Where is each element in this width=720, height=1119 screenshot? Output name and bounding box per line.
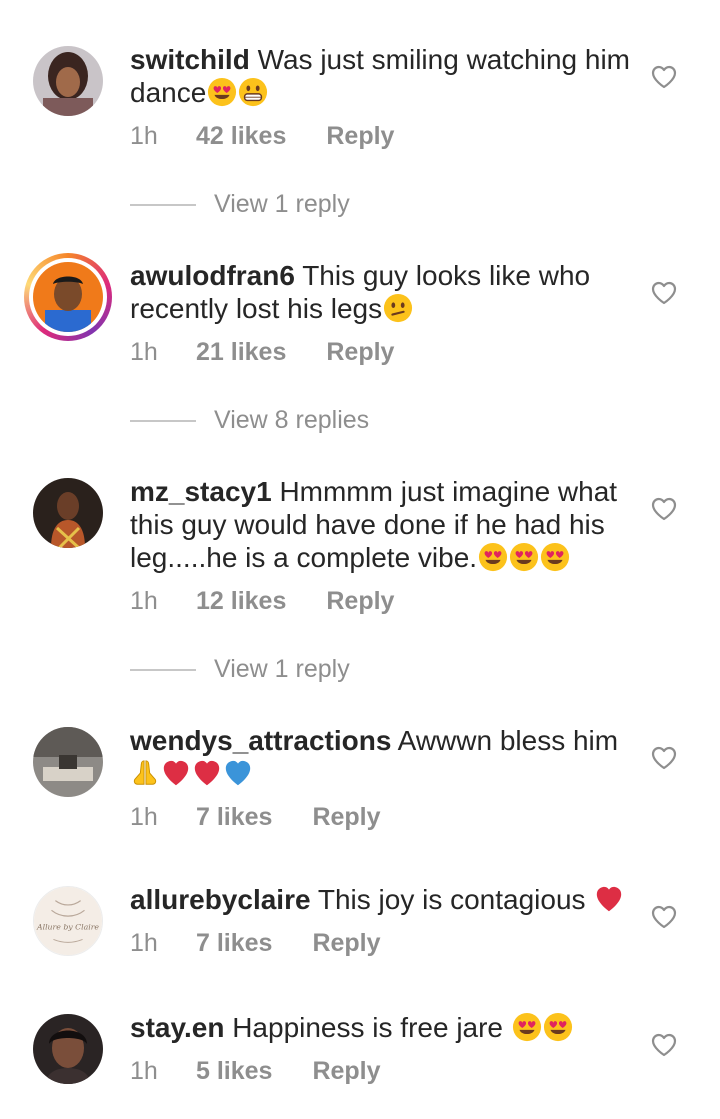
like-heart-icon[interactable]	[651, 281, 677, 305]
like-heart-icon[interactable]	[651, 65, 677, 89]
comment-meta: 1h 7 likes Reply	[130, 929, 381, 958]
comment-username[interactable]: allurebyclaire	[130, 884, 311, 915]
comment-meta: 1h 5 likes Reply	[130, 1057, 381, 1086]
grin-emoji-icon	[238, 77, 268, 107]
view-replies-button[interactable]: View 1 reply	[130, 655, 350, 684]
reply-button[interactable]: Reply	[326, 122, 394, 151]
comment-username[interactable]: wendys_attractions	[130, 725, 391, 756]
reply-divider	[130, 668, 196, 671]
avatar[interactable]	[33, 1014, 103, 1084]
comment-body: This joy is contagious	[317, 884, 586, 915]
avatar[interactable]	[33, 478, 103, 548]
comment-text: awulodfran6 This guy looks like who rece…	[130, 259, 630, 325]
comment-username[interactable]: switchild	[130, 44, 250, 75]
avatar[interactable]	[33, 46, 103, 116]
like-heart-icon[interactable]	[651, 497, 677, 521]
comment-time: 1h	[130, 1057, 158, 1085]
comment-body: Happiness is free jare	[232, 1012, 504, 1043]
comment-meta: 1h 42 likes Reply	[130, 122, 394, 151]
comment-text: stay.en Happiness is free jare	[130, 1011, 630, 1044]
comment-username[interactable]: mz_stacy1	[130, 476, 272, 507]
comment-text: switchild Was just smiling watching him …	[130, 43, 630, 109]
reply-button[interactable]: Reply	[312, 1057, 380, 1086]
reply-button[interactable]: Reply	[326, 338, 394, 367]
comment-likes[interactable]: 12 likes	[196, 587, 286, 616]
comment-time: 1h	[130, 338, 158, 366]
heart-eyes-emoji-icon	[512, 1012, 542, 1042]
heart-eyes-emoji-icon	[509, 542, 539, 572]
confused-emoji-icon	[383, 293, 413, 323]
comment-username[interactable]: awulodfran6	[130, 260, 295, 291]
avatar[interactable]: Allure by Claire	[33, 886, 103, 956]
like-heart-icon[interactable]	[651, 746, 677, 770]
view-replies-label: View 1 reply	[214, 190, 350, 218]
comment-time: 1h	[130, 587, 158, 615]
comment-likes[interactable]: 42 likes	[196, 122, 286, 151]
comment-likes[interactable]: 7 likes	[196, 803, 272, 832]
reply-divider	[130, 203, 196, 206]
comment-time: 1h	[130, 929, 158, 957]
comment-text: allurebyclaire This joy is contagious	[130, 883, 630, 916]
comment-meta: 1h 21 likes Reply	[130, 338, 394, 367]
heart-eyes-emoji-icon	[207, 77, 237, 107]
heart-eyes-emoji-icon	[543, 1012, 573, 1042]
view-replies-button[interactable]: View 8 replies	[130, 406, 369, 435]
comment-text: mz_stacy1 Hmmmm just imagine what this g…	[130, 475, 630, 574]
comment-likes[interactable]: 7 likes	[196, 929, 272, 958]
red-heart-emoji-icon	[192, 758, 222, 788]
comment-meta: 1h 12 likes Reply	[130, 587, 394, 616]
reply-divider	[130, 419, 196, 422]
view-replies-button[interactable]: View 1 reply	[130, 190, 350, 219]
comment-time: 1h	[130, 122, 158, 150]
avatar-story-ring[interactable]	[24, 253, 112, 341]
like-heart-icon[interactable]	[651, 1033, 677, 1057]
comment-likes[interactable]: 5 likes	[196, 1057, 272, 1086]
view-replies-label: View 8 replies	[214, 406, 370, 434]
comment-meta: 1h 7 likes Reply	[130, 803, 381, 832]
avatar-logo-text: Allure by Claire	[36, 923, 99, 932]
blue-heart-emoji-icon	[223, 758, 253, 788]
red-heart-emoji-icon	[161, 758, 191, 788]
reply-button[interactable]: Reply	[312, 803, 380, 832]
comment-time: 1h	[130, 803, 158, 831]
comment-username[interactable]: stay.en	[130, 1012, 224, 1043]
comment-text: wendys_attractions Awwwn bless him	[130, 724, 630, 790]
reply-button[interactable]: Reply	[312, 929, 380, 958]
heart-eyes-emoji-icon	[478, 542, 508, 572]
comment-likes[interactable]: 21 likes	[196, 338, 286, 367]
comment-body: Awwwn bless him	[397, 725, 619, 756]
heart-eyes-emoji-icon	[540, 542, 570, 572]
avatar[interactable]	[33, 727, 103, 797]
red-heart-emoji-icon	[594, 884, 624, 914]
folded-hands-emoji-icon	[130, 758, 160, 788]
reply-button[interactable]: Reply	[326, 587, 394, 616]
like-heart-icon[interactable]	[651, 905, 677, 929]
view-replies-label: View 1 reply	[214, 655, 350, 683]
